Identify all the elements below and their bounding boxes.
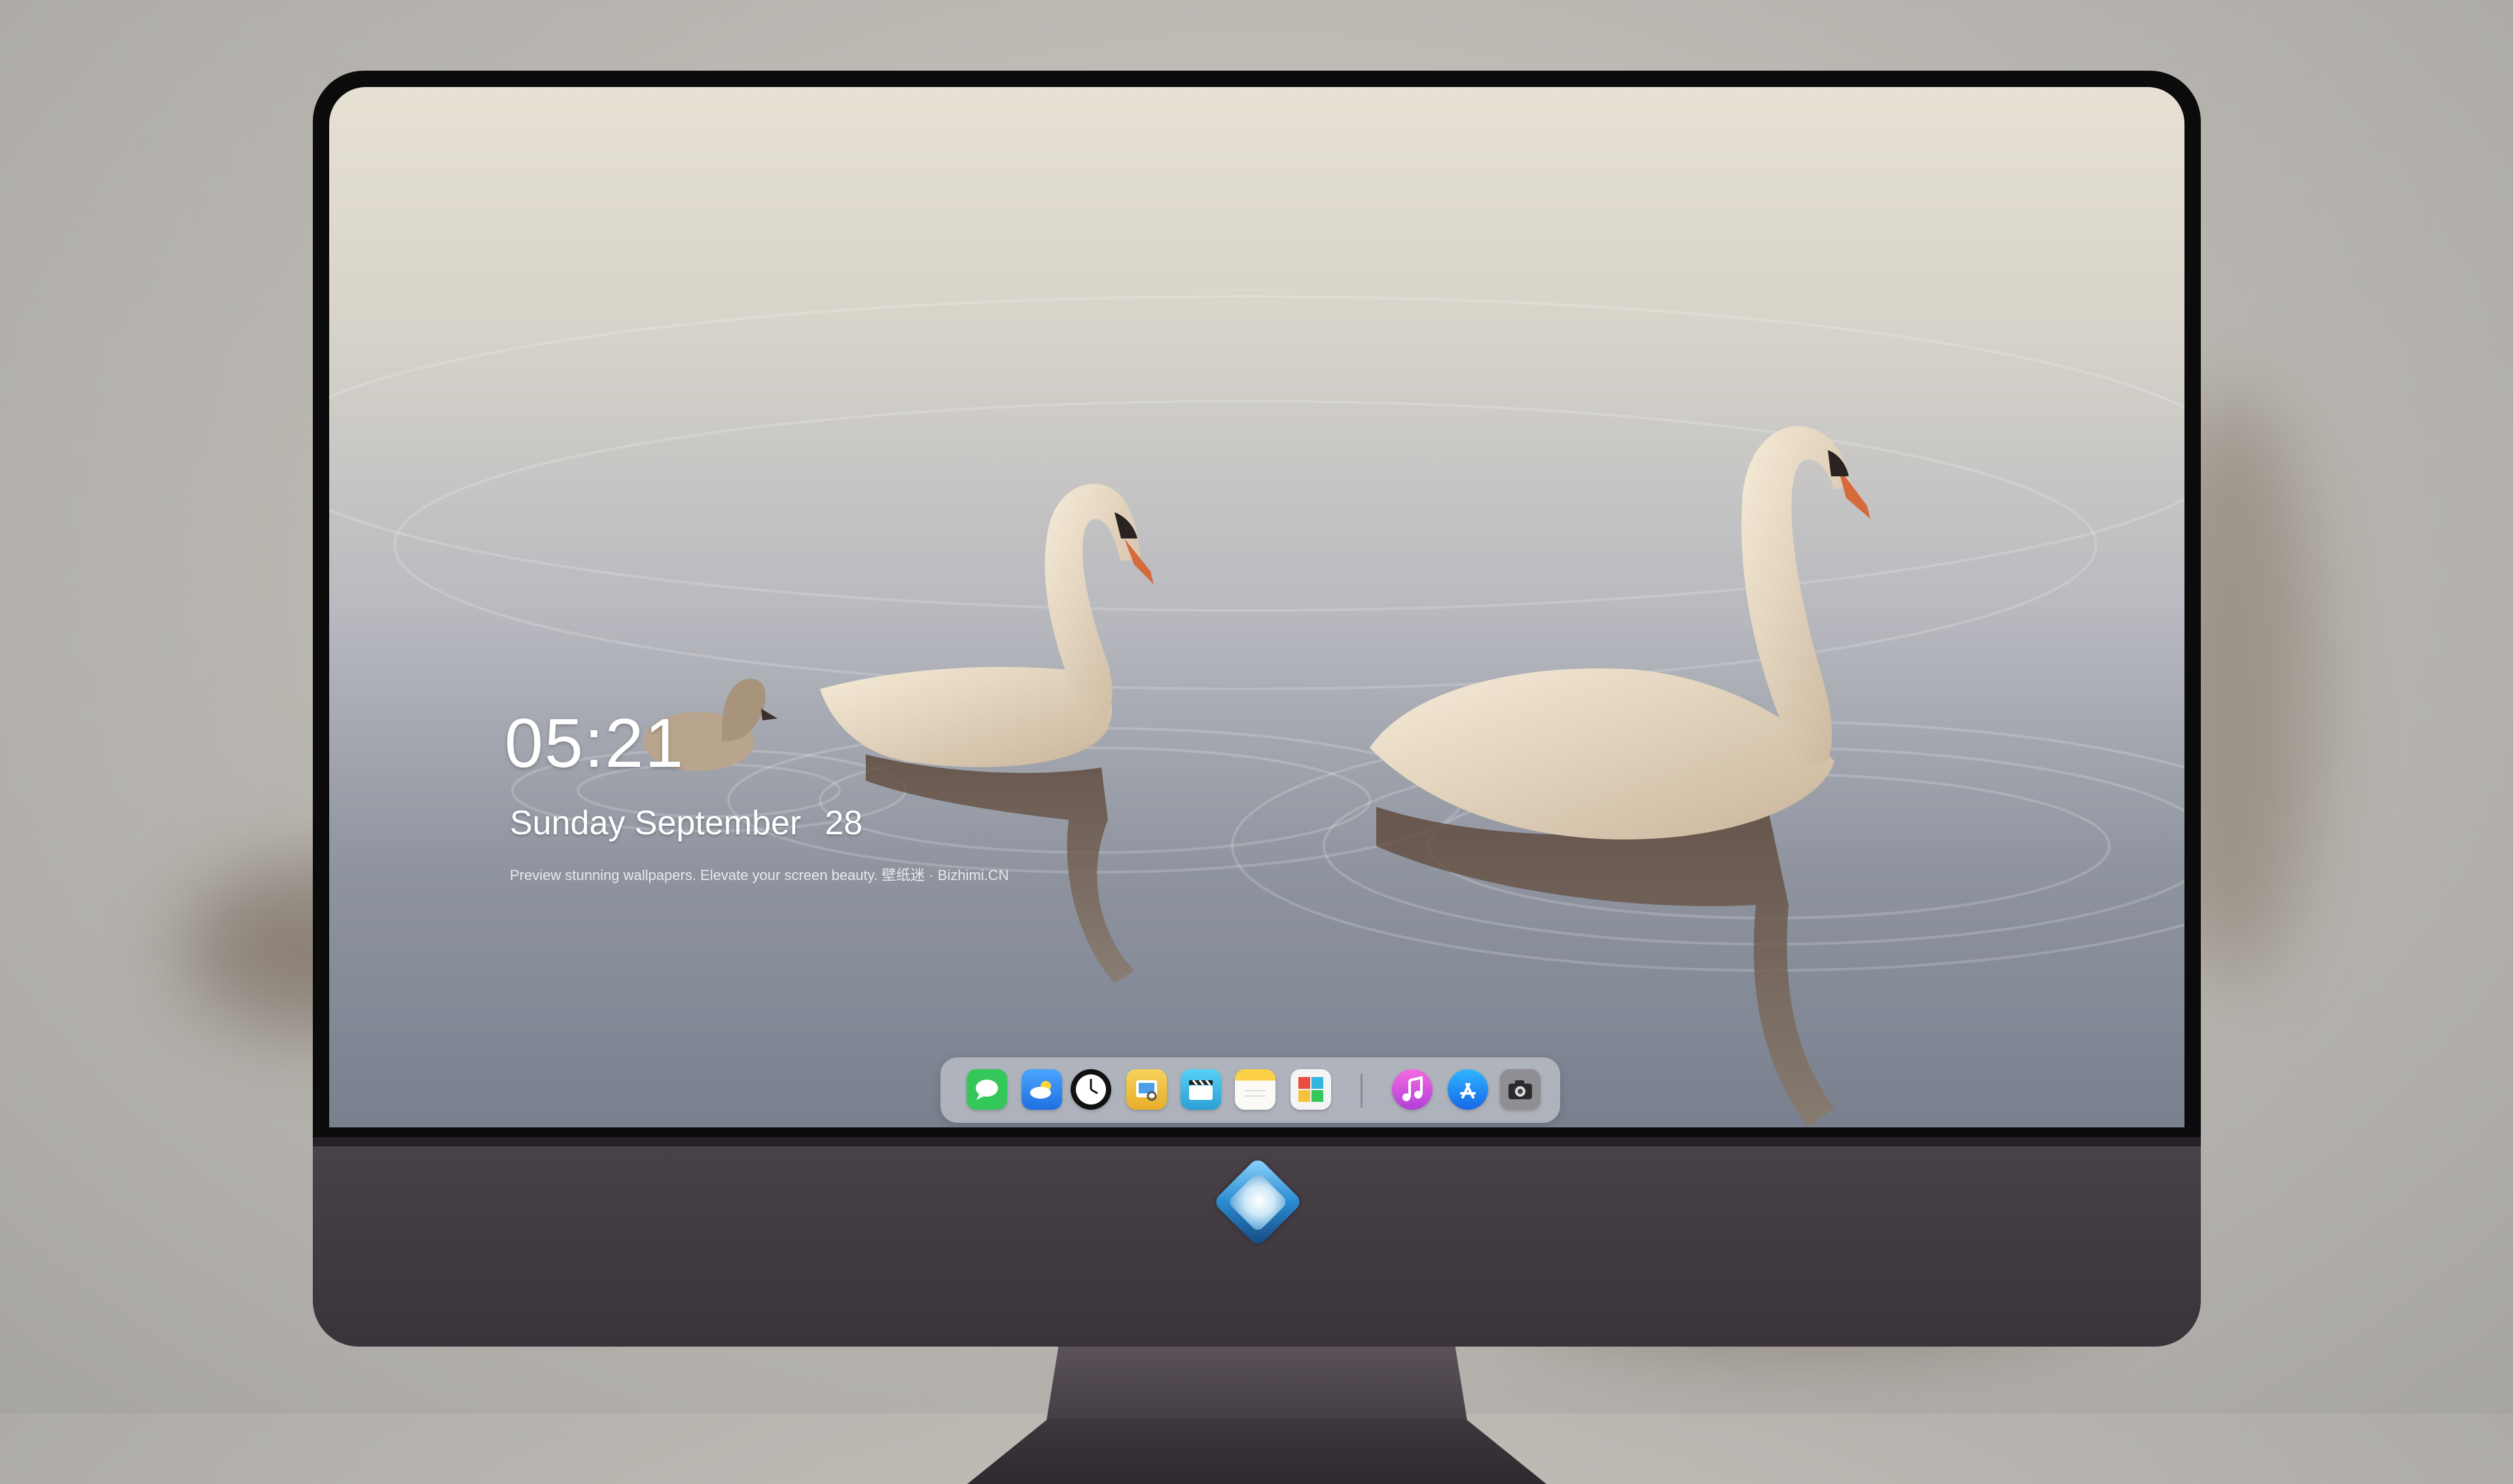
wallpaper-caption: Preview stunning wallpapers. Elevate you… (510, 867, 1009, 883)
monitor-stand-foot (967, 1419, 1546, 1484)
clapperboard-icon[interactable] (1181, 1069, 1221, 1110)
dock (940, 1057, 1560, 1123)
music-note-icon[interactable] (1392, 1069, 1433, 1110)
lock-date-day: 28 (825, 804, 863, 842)
messages-icon[interactable] (967, 1069, 1007, 1110)
lock-date-weekday-month: Sunday September (510, 804, 802, 842)
weather-icon[interactable] (1022, 1069, 1062, 1110)
swan-right (1370, 426, 1870, 839)
photo-booth-icon[interactable] (1291, 1069, 1331, 1110)
notes-icon[interactable] (1235, 1069, 1275, 1110)
monitor-stand-neck (1046, 1347, 1468, 1425)
wallpaper-scene (329, 295, 2184, 1127)
lock-screen: 05:21 Sunday September 28 Preview stunnin… (329, 87, 2184, 1127)
camera-icon[interactable] (1500, 1069, 1541, 1110)
lock-date: Sunday September 28 (510, 804, 863, 843)
swan-middle (820, 484, 1154, 768)
preview-icon[interactable] (1126, 1069, 1167, 1110)
imac-monitor: 05:21 Sunday September 28 Preview stunnin… (313, 71, 2201, 1484)
dock-separator (1361, 1074, 1363, 1108)
app-store-icon[interactable] (1448, 1069, 1488, 1110)
chin-divider (313, 1137, 2201, 1146)
clock-icon[interactable] (1071, 1069, 1111, 1110)
lock-clock: 05:21 (505, 705, 685, 782)
